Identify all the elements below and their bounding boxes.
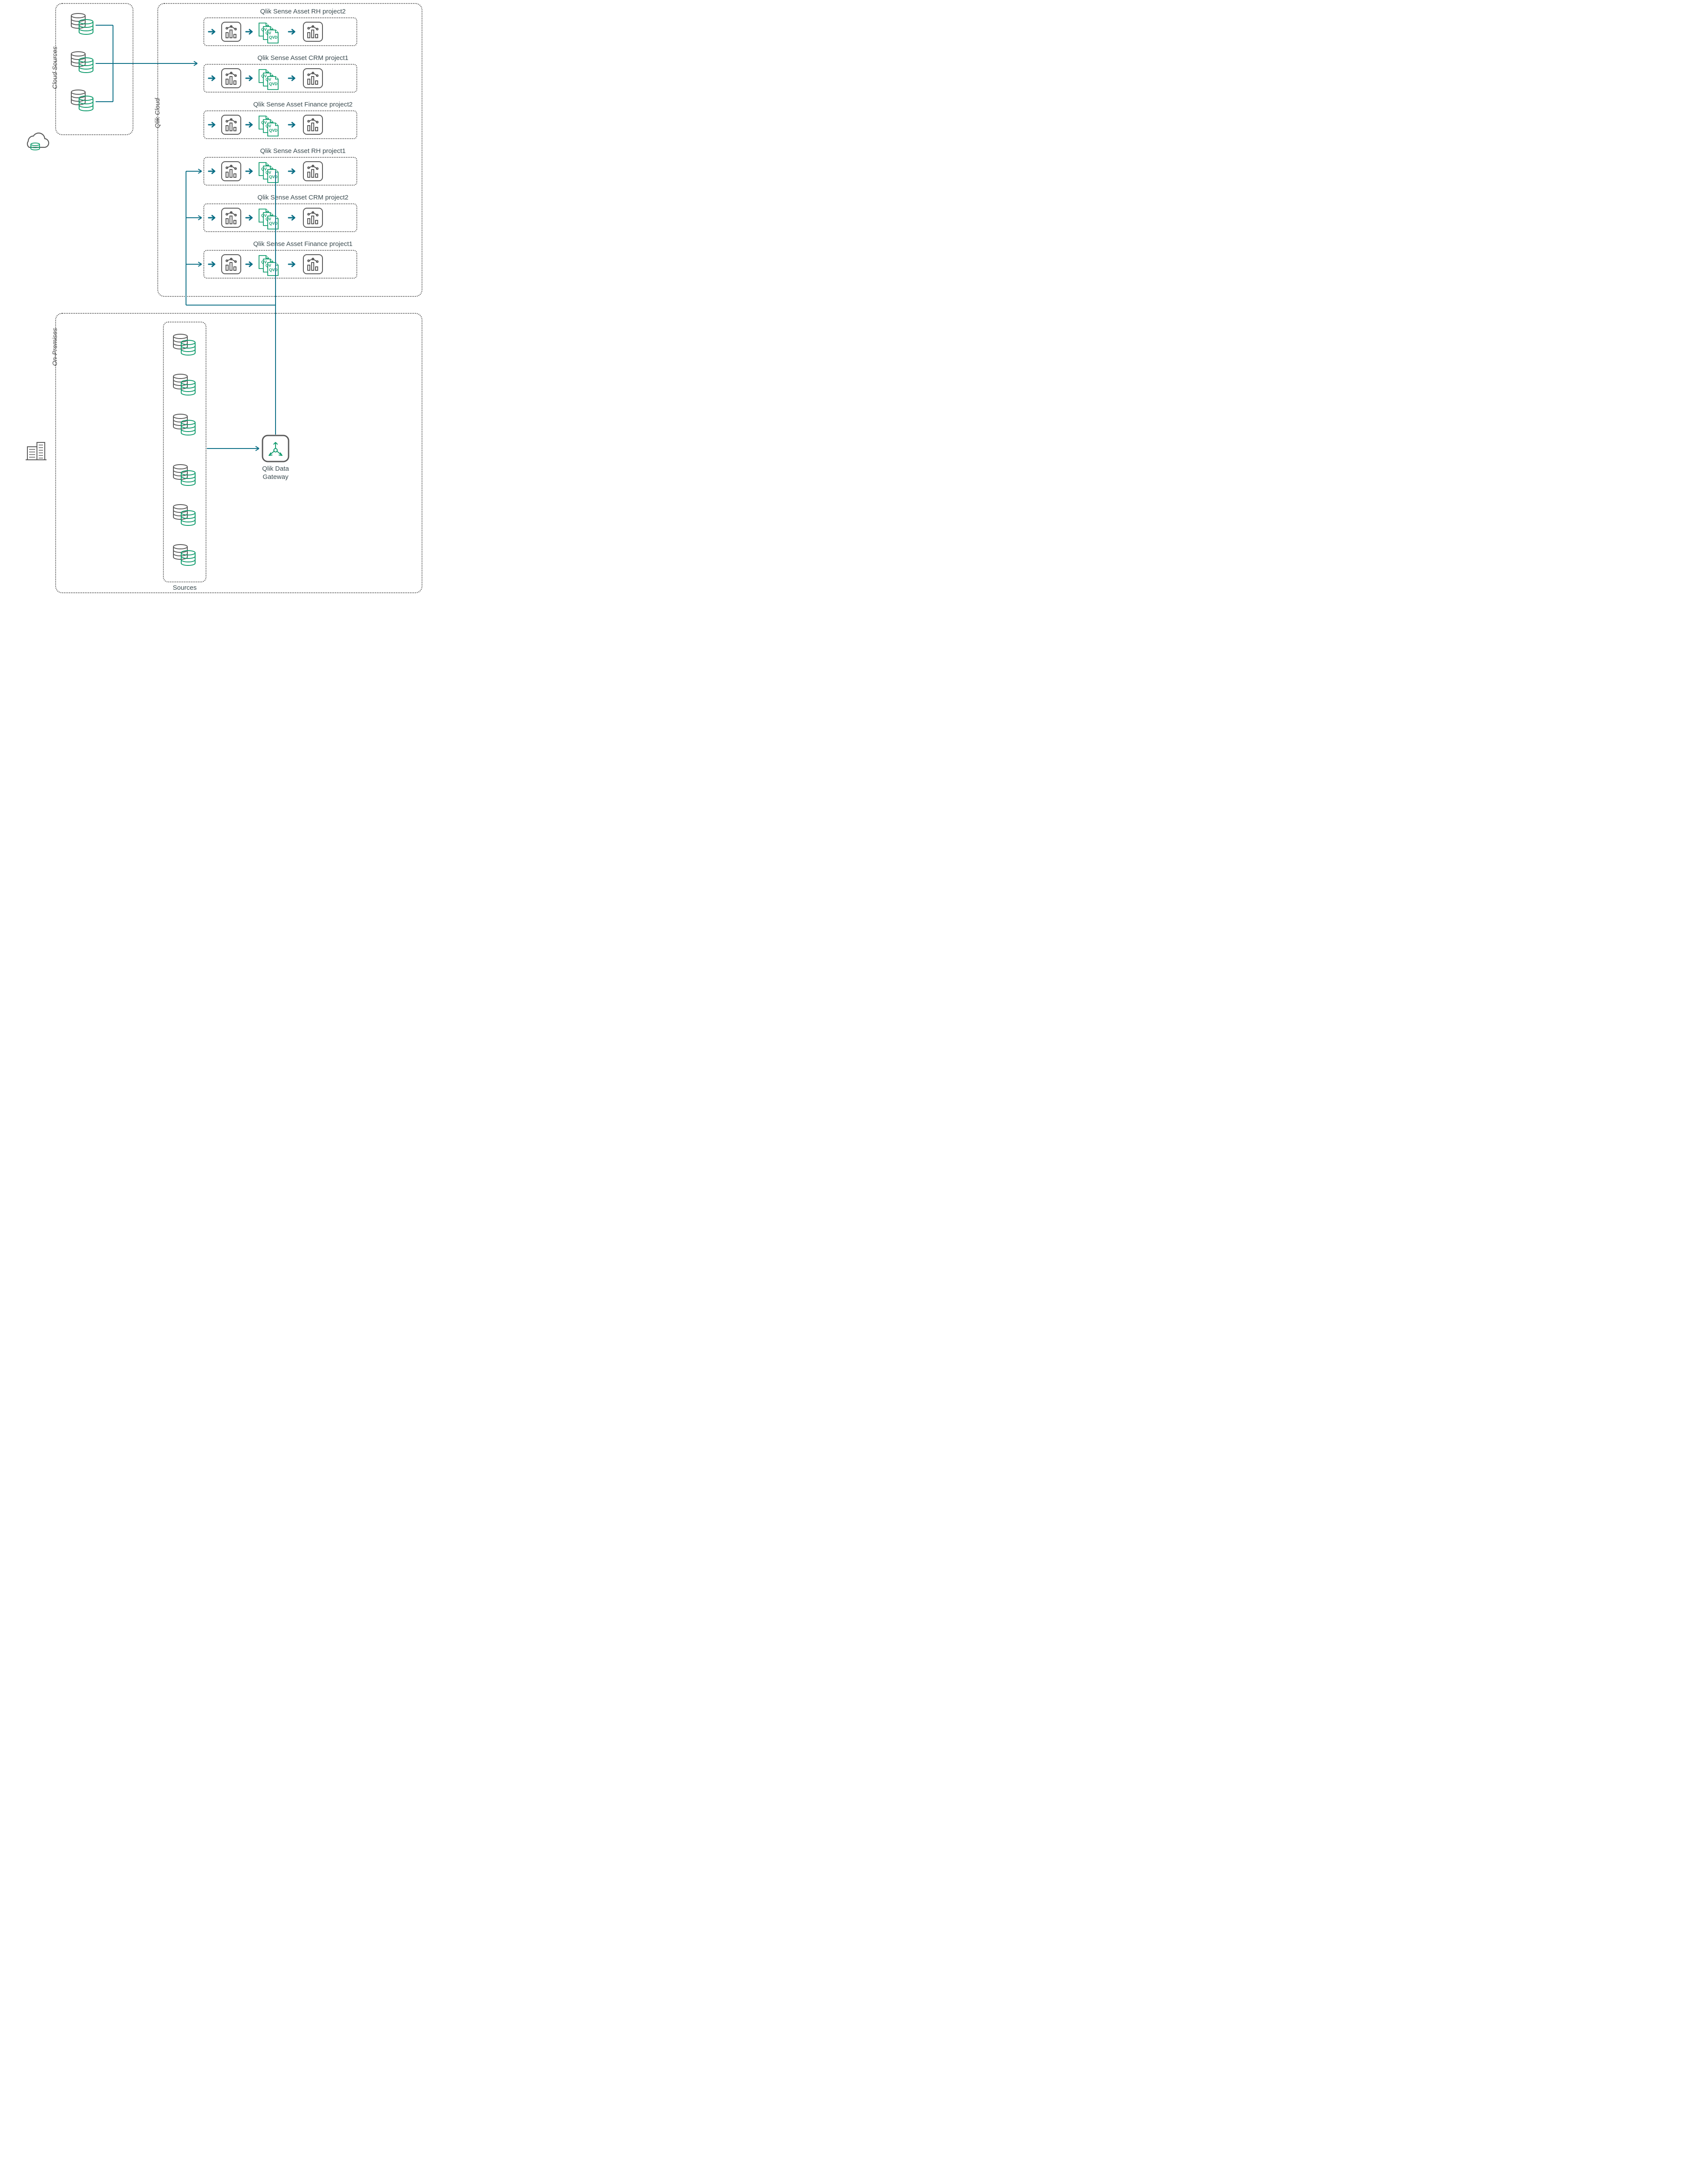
connector-lines-bottom bbox=[0, 0, 427, 605]
diagram-canvas: Cloud Sources bbox=[0, 0, 427, 603]
